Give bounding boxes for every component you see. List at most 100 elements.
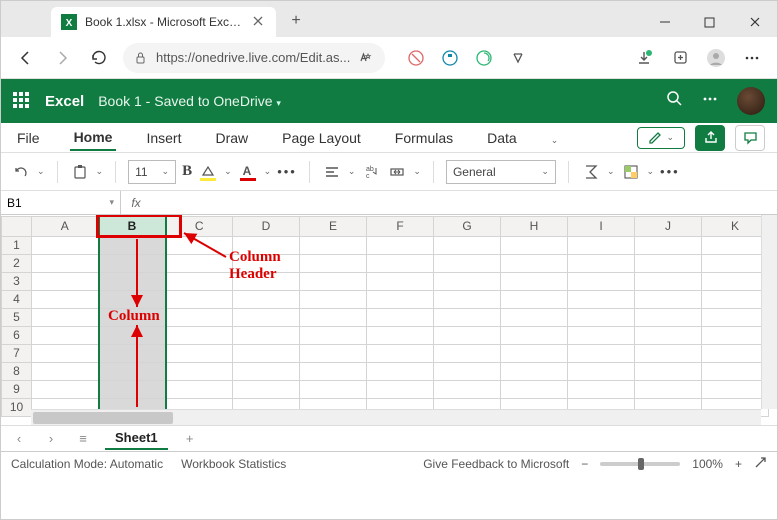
cell-B7[interactable] bbox=[99, 344, 166, 362]
row-header-4[interactable]: 4 bbox=[2, 290, 32, 308]
cell-B1[interactable] bbox=[99, 236, 166, 254]
column-header-G[interactable]: G bbox=[434, 216, 501, 236]
cell-G5[interactable] bbox=[434, 308, 501, 326]
cell-F2[interactable] bbox=[367, 254, 434, 272]
cell-J7[interactable] bbox=[635, 344, 702, 362]
row-header-1[interactable]: 1 bbox=[2, 236, 32, 254]
cell-F3[interactable] bbox=[367, 272, 434, 290]
tab-draw[interactable]: Draw bbox=[211, 126, 252, 150]
forward-button[interactable] bbox=[45, 41, 79, 75]
font-size-combo[interactable]: 11⌄ bbox=[128, 160, 176, 184]
downloads-button[interactable] bbox=[627, 41, 661, 75]
column-header-I[interactable]: I bbox=[568, 216, 635, 236]
cell-K6[interactable] bbox=[702, 326, 769, 344]
cell-K7[interactable] bbox=[702, 344, 769, 362]
cell-E9[interactable] bbox=[300, 380, 367, 398]
cell-H4[interactable] bbox=[501, 290, 568, 308]
cell-D7[interactable] bbox=[233, 344, 300, 362]
minimize-button[interactable] bbox=[642, 7, 687, 37]
extension-icon-1[interactable] bbox=[399, 41, 433, 75]
cell-B8[interactable] bbox=[99, 362, 166, 380]
tab-data[interactable]: Data bbox=[483, 126, 521, 150]
tab-home[interactable]: Home bbox=[70, 125, 117, 151]
status-feedback[interactable]: Give Feedback to Microsoft bbox=[423, 457, 569, 471]
extension-icon-4[interactable] bbox=[501, 41, 535, 75]
extension-icon-3[interactable] bbox=[467, 41, 501, 75]
sheet-next-button[interactable]: › bbox=[41, 429, 61, 449]
zoom-in-button[interactable]: + bbox=[735, 457, 742, 471]
collections-button[interactable] bbox=[663, 41, 697, 75]
tab-insert[interactable]: Insert bbox=[142, 126, 185, 150]
cell-H8[interactable] bbox=[501, 362, 568, 380]
column-header-B[interactable]: B bbox=[99, 216, 166, 236]
cell-A6[interactable] bbox=[32, 326, 99, 344]
cell-D3[interactable] bbox=[233, 272, 300, 290]
all-sheets-button[interactable]: ≡ bbox=[73, 429, 93, 449]
cell-J2[interactable] bbox=[635, 254, 702, 272]
cell-D9[interactable] bbox=[233, 380, 300, 398]
font-more-button[interactable]: ••• bbox=[277, 164, 297, 179]
undo-dropdown[interactable]: ⌄ bbox=[37, 166, 45, 177]
cell-G6[interactable] bbox=[434, 326, 501, 344]
cell-K5[interactable] bbox=[702, 308, 769, 326]
row-header-2[interactable]: 2 bbox=[2, 254, 32, 272]
tab-file[interactable]: File bbox=[13, 126, 44, 150]
paste-button[interactable] bbox=[70, 162, 90, 182]
add-sheet-button[interactable]: + bbox=[180, 429, 200, 449]
cell-J1[interactable] bbox=[635, 236, 702, 254]
editing-mode-button[interactable]: ⌄ bbox=[637, 127, 685, 149]
column-header-D[interactable]: D bbox=[233, 216, 300, 236]
cell-K2[interactable] bbox=[702, 254, 769, 272]
row-header-9[interactable]: 9 bbox=[2, 380, 32, 398]
back-button[interactable] bbox=[9, 41, 43, 75]
cell-J4[interactable] bbox=[635, 290, 702, 308]
browser-tab[interactable]: X Book 1.xlsx - Microsoft Excel Onl bbox=[51, 7, 276, 37]
cell-C8[interactable] bbox=[166, 362, 233, 380]
tab-formulas[interactable]: Formulas bbox=[391, 126, 457, 150]
select-all-corner[interactable] bbox=[2, 216, 32, 236]
cell-D6[interactable] bbox=[233, 326, 300, 344]
column-header-E[interactable]: E bbox=[300, 216, 367, 236]
cell-J9[interactable] bbox=[635, 380, 702, 398]
cell-E8[interactable] bbox=[300, 362, 367, 380]
cell-H2[interactable] bbox=[501, 254, 568, 272]
cell-B5[interactable] bbox=[99, 308, 166, 326]
status-workbook-stats[interactable]: Workbook Statistics bbox=[181, 457, 286, 471]
cell-C5[interactable] bbox=[166, 308, 233, 326]
cell-D5[interactable] bbox=[233, 308, 300, 326]
row-header-10[interactable]: 10 bbox=[2, 398, 32, 416]
cell-E1[interactable] bbox=[300, 236, 367, 254]
share-button[interactable] bbox=[695, 125, 725, 151]
cell-I8[interactable] bbox=[568, 362, 635, 380]
merge-button[interactable] bbox=[387, 162, 407, 182]
cell-H3[interactable] bbox=[501, 272, 568, 290]
maximize-button[interactable] bbox=[687, 7, 732, 37]
cell-G8[interactable] bbox=[434, 362, 501, 380]
tab-page-layout[interactable]: Page Layout bbox=[278, 126, 365, 150]
cell-A5[interactable] bbox=[32, 308, 99, 326]
cell-E7[interactable] bbox=[300, 344, 367, 362]
wrap-text-button[interactable]: abc bbox=[361, 162, 381, 182]
cell-B9[interactable] bbox=[99, 380, 166, 398]
cell-K3[interactable] bbox=[702, 272, 769, 290]
bold-button[interactable]: B bbox=[182, 163, 192, 180]
zoom-slider[interactable] bbox=[600, 462, 680, 466]
paste-dropdown[interactable]: ⌄ bbox=[96, 166, 104, 177]
fill-color-button[interactable] bbox=[198, 162, 218, 182]
cell-J5[interactable] bbox=[635, 308, 702, 326]
cell-C1[interactable] bbox=[166, 236, 233, 254]
font-color-button[interactable]: A bbox=[238, 162, 258, 182]
column-header-C[interactable]: C bbox=[166, 216, 233, 236]
cell-G7[interactable] bbox=[434, 344, 501, 362]
zoom-out-button[interactable]: − bbox=[581, 457, 588, 471]
favorite-icon[interactable] bbox=[358, 50, 374, 66]
address-bar[interactable]: https://onedrive.live.com/Edit.as... bbox=[123, 43, 385, 73]
cell-J8[interactable] bbox=[635, 362, 702, 380]
cell-I4[interactable] bbox=[568, 290, 635, 308]
spreadsheet-grid[interactable]: ABCDEFGHIJK 12345678910 bbox=[1, 215, 769, 417]
cell-I3[interactable] bbox=[568, 272, 635, 290]
cell-D2[interactable] bbox=[233, 254, 300, 272]
horizontal-scrollbar[interactable] bbox=[31, 409, 761, 425]
profile-button[interactable] bbox=[699, 41, 733, 75]
status-calc-mode[interactable]: Calculation Mode: Automatic bbox=[11, 457, 163, 471]
